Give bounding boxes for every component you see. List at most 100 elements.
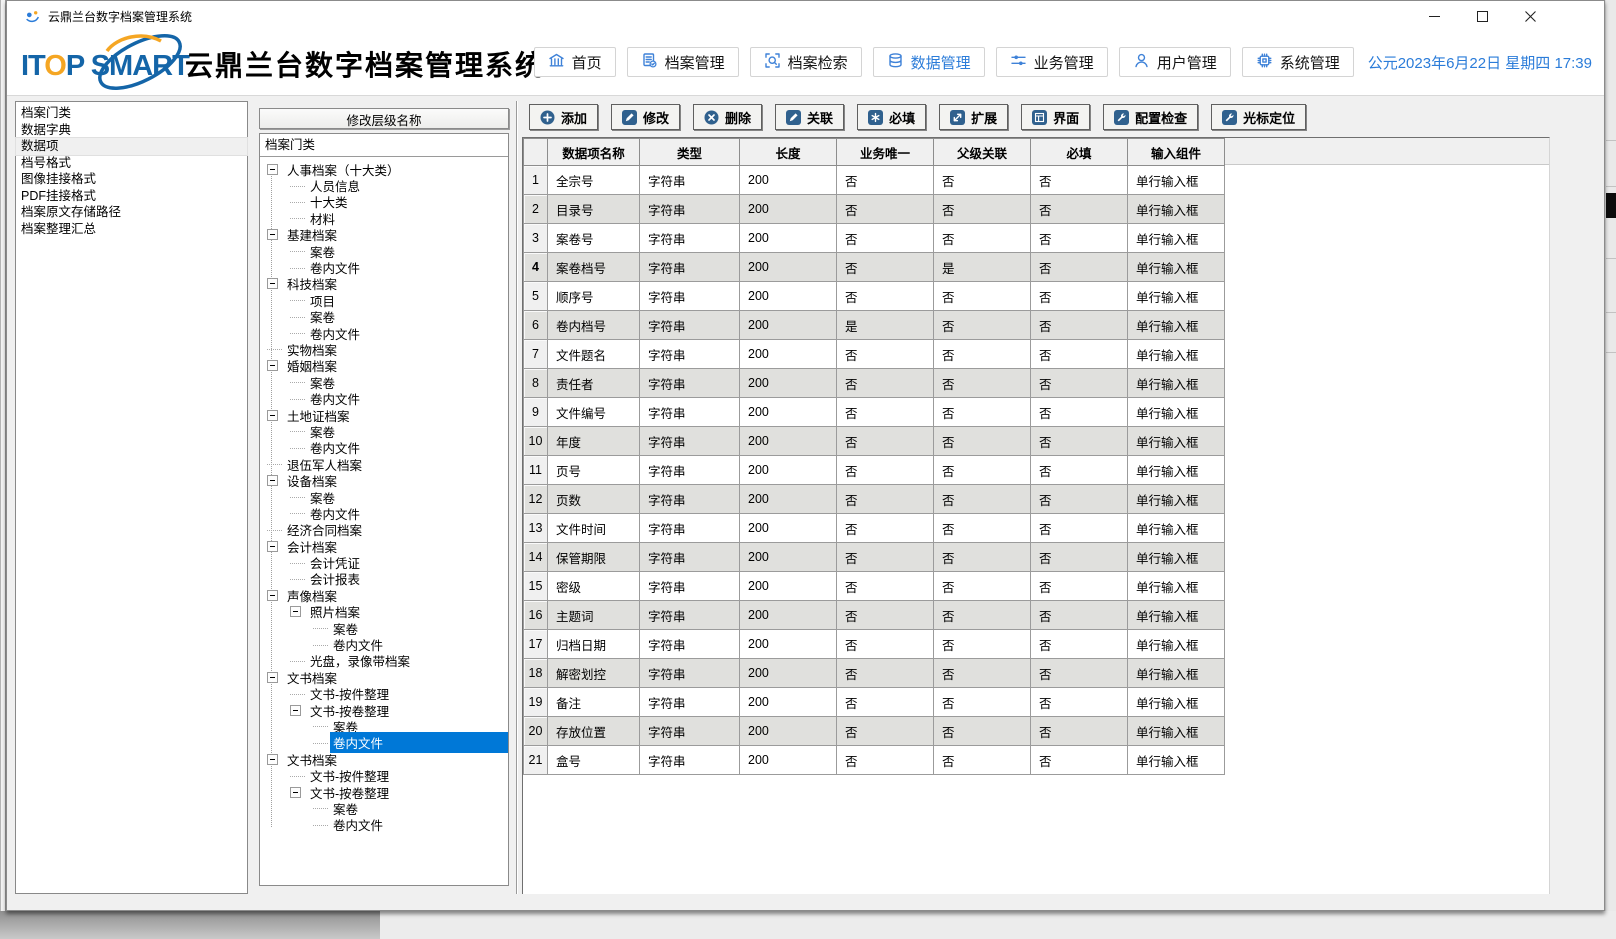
row-number-cell[interactable]: 2	[524, 195, 548, 224]
row-number-cell[interactable]: 7	[524, 340, 548, 369]
row-number-cell[interactable]: 21	[524, 746, 548, 775]
tree-node[interactable]: 婚姻档案	[260, 358, 508, 374]
collapse-expander-icon[interactable]	[290, 787, 301, 798]
row-number-cell[interactable]: 5	[524, 282, 548, 311]
tree-node[interactable]: 案卷	[260, 489, 508, 505]
relate-button[interactable]: 关联	[775, 104, 844, 130]
config-check-button[interactable]: 配置检查	[1103, 104, 1198, 130]
row-number-cell[interactable]: 6	[524, 311, 548, 340]
sidebar-item-6[interactable]: PDF挂接格式	[16, 188, 247, 205]
tree-node[interactable]: 案卷	[260, 423, 508, 439]
tree-node[interactable]: 科技档案	[260, 276, 508, 292]
collapse-expander-icon[interactable]	[267, 541, 278, 552]
table-row[interactable]: 18解密划控字符串200否否否单行输入框	[524, 659, 1225, 688]
collapse-expander-icon[interactable]	[267, 164, 278, 175]
sidebar-item-2[interactable]: 数据字典	[16, 122, 247, 139]
sidebar-item-3[interactable]: 数据项	[16, 138, 247, 155]
table-row[interactable]: 16主题词字符串200否否否单行输入框	[524, 601, 1225, 630]
collapse-expander-icon[interactable]	[267, 475, 278, 486]
row-number-cell[interactable]: 19	[524, 688, 548, 717]
sidebar-item-8[interactable]: 档案整理汇总	[16, 221, 247, 238]
minimize-button[interactable]	[1410, 1, 1458, 31]
add-button[interactable]: 添加	[529, 104, 598, 130]
table-row[interactable]: 11页号字符串200否否否单行输入框	[524, 456, 1225, 485]
tree-node[interactable]: 文书-按卷整理	[260, 784, 508, 800]
table-row[interactable]: 15密级字符串200否否否单行输入框	[524, 572, 1225, 601]
row-number-cell[interactable]: 14	[524, 543, 548, 572]
sidebar-item-1[interactable]: 档案门类	[16, 105, 247, 122]
row-number-cell[interactable]: 3	[524, 224, 548, 253]
tree-node[interactable]: 声像档案	[260, 587, 508, 603]
table-row[interactable]: 8责任者字符串200否否否单行输入框	[524, 369, 1225, 398]
sidebar-item-5[interactable]: 图像挂接格式	[16, 171, 247, 188]
tree-node[interactable]: 人事档案（十大类）	[260, 161, 508, 177]
row-number-cell[interactable]: 17	[524, 630, 548, 659]
row-number-cell[interactable]: 16	[524, 601, 548, 630]
row-number-cell[interactable]: 12	[524, 485, 548, 514]
nav-home[interactable]: 首页	[534, 47, 616, 77]
collapse-expander-icon[interactable]	[267, 672, 278, 683]
row-number-cell[interactable]: 1	[524, 166, 548, 195]
tree-node[interactable]: 文书-按卷整理	[260, 702, 508, 718]
table-row[interactable]: 3案卷号字符串200否否否单行输入框	[524, 224, 1225, 253]
tree-node[interactable]: 案卷	[260, 374, 508, 390]
table-row[interactable]: 7文件题名字符串200否否否单行输入框	[524, 340, 1225, 369]
tree-node[interactable]: 卷内文件	[260, 817, 508, 833]
close-button[interactable]	[1506, 1, 1554, 31]
table-row[interactable]: 2目录号字符串200否否否单行输入框	[524, 195, 1225, 224]
interface-button[interactable]: 界面	[1021, 104, 1090, 130]
row-number-cell[interactable]: 8	[524, 369, 548, 398]
row-number-cell[interactable]: 15	[524, 572, 548, 601]
table-row[interactable]: 12页数字符串200否否否单行输入框	[524, 485, 1225, 514]
nav-business-management[interactable]: 业务管理	[996, 47, 1108, 77]
row-number-cell[interactable]: 20	[524, 717, 548, 746]
tree-node[interactable]: 设备档案	[260, 472, 508, 488]
tree-node[interactable]: 会计档案	[260, 538, 508, 554]
table-row[interactable]: 14保管期限字符串200否否否单行输入框	[524, 543, 1225, 572]
tree-node[interactable]: 项目	[260, 292, 508, 308]
collapse-expander-icon[interactable]	[267, 590, 278, 601]
tree-node[interactable]: 案卷	[260, 243, 508, 259]
sidebar-item-4[interactable]: 档号格式	[16, 155, 247, 172]
nav-data-management[interactable]: 数据管理	[873, 47, 985, 77]
row-number-cell[interactable]: 9	[524, 398, 548, 427]
sidebar-item-7[interactable]: 档案原文存储路径	[16, 204, 247, 221]
table-row[interactable]: 5顺序号字符串200否否否单行输入框	[524, 282, 1225, 311]
collapse-expander-icon[interactable]	[267, 754, 278, 765]
tree-node[interactable]: 基建档案	[260, 227, 508, 243]
table-row[interactable]: 1全宗号字符串200否否否单行输入框	[524, 166, 1225, 195]
collapse-expander-icon[interactable]	[290, 606, 301, 617]
table-row[interactable]: 6卷内档号字符串200是否否单行输入框	[524, 311, 1225, 340]
tree-node[interactable]: 照片档案	[260, 604, 508, 620]
table-row[interactable]: 13文件时间字符串200否否否单行输入框	[524, 514, 1225, 543]
row-number-cell[interactable]: 10	[524, 427, 548, 456]
nav-archive-search[interactable]: 档案检索	[750, 47, 862, 77]
required-button[interactable]: 必填	[857, 104, 926, 130]
table-row[interactable]: 10年度字符串200否否否单行输入框	[524, 427, 1225, 456]
tree-node[interactable]: 人员信息	[260, 177, 508, 193]
table-row[interactable]: 19备注字符串200否否否单行输入框	[524, 688, 1225, 717]
collapse-expander-icon[interactable]	[267, 229, 278, 240]
nav-user-management[interactable]: 用户管理	[1119, 47, 1231, 77]
collapse-expander-icon[interactable]	[290, 705, 301, 716]
row-number-cell[interactable]: 11	[524, 456, 548, 485]
tree-node[interactable]: 案卷	[260, 309, 508, 325]
tree-node[interactable]: 十大类	[260, 194, 508, 210]
table-row[interactable]: 21盒号字符串200否否否单行输入框	[524, 746, 1225, 775]
panel-splitter[interactable]	[516, 101, 517, 894]
nav-archive-management[interactable]: 档案管理	[627, 47, 739, 77]
row-number-cell[interactable]: 18	[524, 659, 548, 688]
table-row[interactable]: 4案卷档号字符串200否是否单行输入框	[524, 253, 1225, 282]
modify-button[interactable]: 修改	[611, 104, 680, 130]
delete-button[interactable]: 删除	[693, 104, 762, 130]
nav-system-management[interactable]: 系统管理	[1242, 47, 1354, 77]
table-row[interactable]: 20存放位置字符串200否否否单行输入框	[524, 717, 1225, 746]
cursor-locate-button[interactable]: 光标定位	[1211, 104, 1306, 130]
table-row[interactable]: 17归档日期字符串200否否否单行输入框	[524, 630, 1225, 659]
tree-node[interactable]: 会计凭证	[260, 554, 508, 570]
extend-button[interactable]: 扩展	[939, 104, 1008, 130]
table-row[interactable]: 9文件编号字符串200否否否单行输入框	[524, 398, 1225, 427]
maximize-button[interactable]	[1458, 1, 1506, 31]
collapse-expander-icon[interactable]	[267, 360, 278, 371]
collapse-expander-icon[interactable]	[267, 278, 278, 289]
